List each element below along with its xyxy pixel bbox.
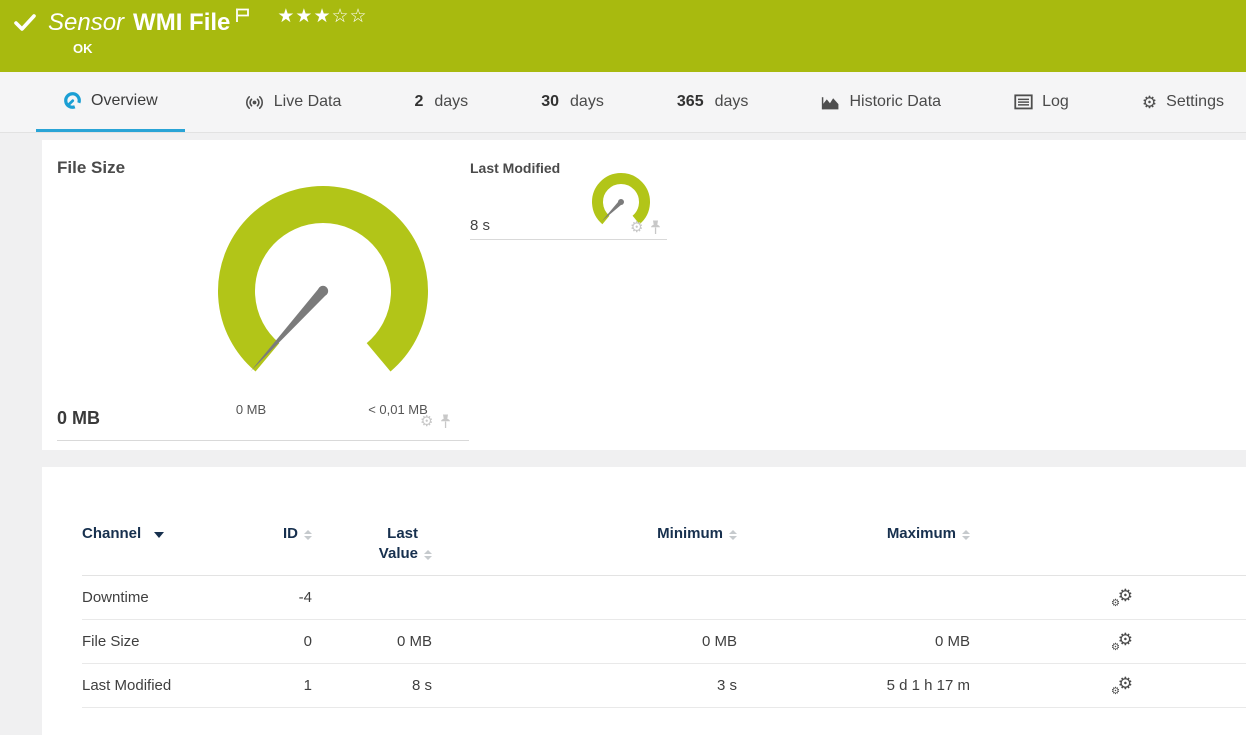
sort-icon[interactable] (962, 530, 970, 544)
cell-maximum (737, 576, 970, 620)
file-size-current-value: 0 MB (57, 408, 101, 428)
broadcast-icon (245, 95, 263, 109)
column-header-maximum[interactable]: Maximum (737, 524, 970, 544)
gauges-panel: File Size 0 MB < 0,01 MB 0 MB ⚙ Last Mod… (42, 140, 1246, 450)
priority-rating[interactable]: ★★★☆☆ (277, 5, 367, 28)
chevron-down-icon (154, 532, 165, 538)
sort-icon[interactable] (424, 550, 432, 564)
gauge-title-file-size: File Size (57, 158, 126, 177)
tab-30-days[interactable]: 30 days (527, 72, 618, 132)
stars-empty[interactable]: ☆☆ (331, 6, 367, 27)
gauge-icon (64, 92, 81, 109)
tab-label: Live Data (273, 93, 342, 110)
channel-table-panel: Channel ID Last Value Minimum Maximum Do… (42, 467, 1246, 735)
tab-overview[interactable]: Overview (36, 72, 185, 132)
cell-maximum: 5 d 1 h 17 m (886, 677, 970, 694)
sensor-title: WMI File (133, 9, 231, 36)
gauge-title-last-modified: Last Modified (470, 160, 561, 176)
sort-icon[interactable] (729, 530, 737, 544)
gear-icon: ⚙ (1141, 92, 1158, 112)
pin-icon[interactable] (650, 220, 661, 235)
tab-historic-data[interactable]: Historic Data (807, 72, 955, 132)
cell-channel[interactable]: Downtime (82, 576, 250, 620)
cell-id: 0 (303, 633, 312, 650)
cell-minimum (432, 576, 737, 620)
tab-label: Overview (91, 91, 158, 109)
status-ok-check-icon (14, 14, 36, 31)
cell-actions: ⚙ ⚙ (970, 620, 1246, 664)
cell-last-value: 8 s (411, 677, 432, 694)
table-row[interactable]: Last Modified 1 8 s 3 s 5 d 1 h 17 m ⚙ ⚙ (82, 664, 1246, 708)
column-header-last-value[interactable]: Last Value (312, 524, 432, 564)
table-row[interactable]: Downtime -4 ⚙ ⚙ (82, 576, 1246, 620)
cell-actions: ⚙ ⚙ (970, 664, 1246, 708)
flag-icon[interactable] (235, 8, 250, 23)
log-list-icon (1014, 94, 1033, 110)
tab-number: 2 (414, 93, 424, 110)
area-chart-icon (822, 96, 839, 109)
table-row[interactable]: File Size 0 0 MB 0 MB 0 MB ⚙ ⚙ (82, 620, 1246, 664)
tab-unit: days (714, 93, 749, 110)
channel-settings-gears-icon[interactable]: ⚙ ⚙ (1111, 587, 1133, 609)
gauge-actions: ⚙ (420, 414, 451, 429)
column-header-id[interactable]: ID (250, 524, 312, 544)
cell-channel[interactable]: Last Modified (82, 664, 250, 708)
sensor-kind-label: Sensor (48, 9, 125, 36)
gear-icon[interactable]: ⚙ (630, 220, 643, 235)
table-header-row: Channel ID Last Value Minimum Maximum (82, 524, 1246, 576)
cell-minimum: 0 MB (701, 633, 737, 650)
tab-live-data[interactable]: Live Data (230, 72, 356, 132)
sensor-status-badge: OK (73, 41, 93, 56)
file-size-gauge[interactable] (208, 176, 438, 406)
cell-maximum: 0 MB (934, 633, 970, 650)
gauge-actions: ⚙ (630, 220, 661, 235)
last-modified-current-value: 8 s (470, 217, 491, 234)
cell-last-value (312, 576, 432, 620)
channel-settings-gears-icon[interactable]: ⚙ ⚙ (1111, 675, 1133, 697)
divider (470, 239, 667, 240)
cell-id: -4 (298, 589, 312, 606)
channel-table: Channel ID Last Value Minimum Maximum Do… (42, 467, 1246, 708)
cell-id: 1 (303, 677, 312, 694)
tab-2-days[interactable]: 2 days (400, 72, 482, 132)
pin-icon[interactable] (440, 414, 451, 429)
tab-label: Settings (1166, 93, 1224, 110)
cell-minimum: 3 s (716, 677, 737, 694)
column-header-channel[interactable]: Channel (82, 524, 250, 544)
cell-channel[interactable]: File Size (82, 620, 250, 664)
tab-number: 365 (676, 93, 704, 110)
sort-icon[interactable] (304, 530, 312, 544)
gear-icon[interactable]: ⚙ (420, 414, 433, 429)
channel-settings-gears-icon[interactable]: ⚙ ⚙ (1111, 631, 1133, 653)
tab-number: 30 (541, 93, 560, 110)
tab-365-days[interactable]: 365 days (663, 72, 763, 132)
sensor-header: Sensor WMI File ★★★☆☆ OK (0, 0, 1246, 72)
tab-label: Log (1042, 93, 1069, 110)
tab-unit: days (570, 93, 604, 110)
gauge-scale-min: 0 MB (235, 402, 267, 417)
tab-unit: days (434, 93, 469, 110)
cell-last-value: 0 MB (396, 633, 432, 650)
tab-label: Historic Data (849, 93, 942, 110)
cell-actions: ⚙ ⚙ (970, 576, 1246, 620)
divider (57, 440, 469, 441)
stars-filled[interactable]: ★★★ (277, 6, 331, 27)
tab-bar: Overview Live Data 2 days 30 days 365 da… (0, 72, 1246, 133)
column-header-minimum[interactable]: Minimum (432, 524, 737, 544)
tab-settings[interactable]: ⚙ Settings (1128, 72, 1238, 132)
tab-log[interactable]: Log (1000, 72, 1083, 132)
